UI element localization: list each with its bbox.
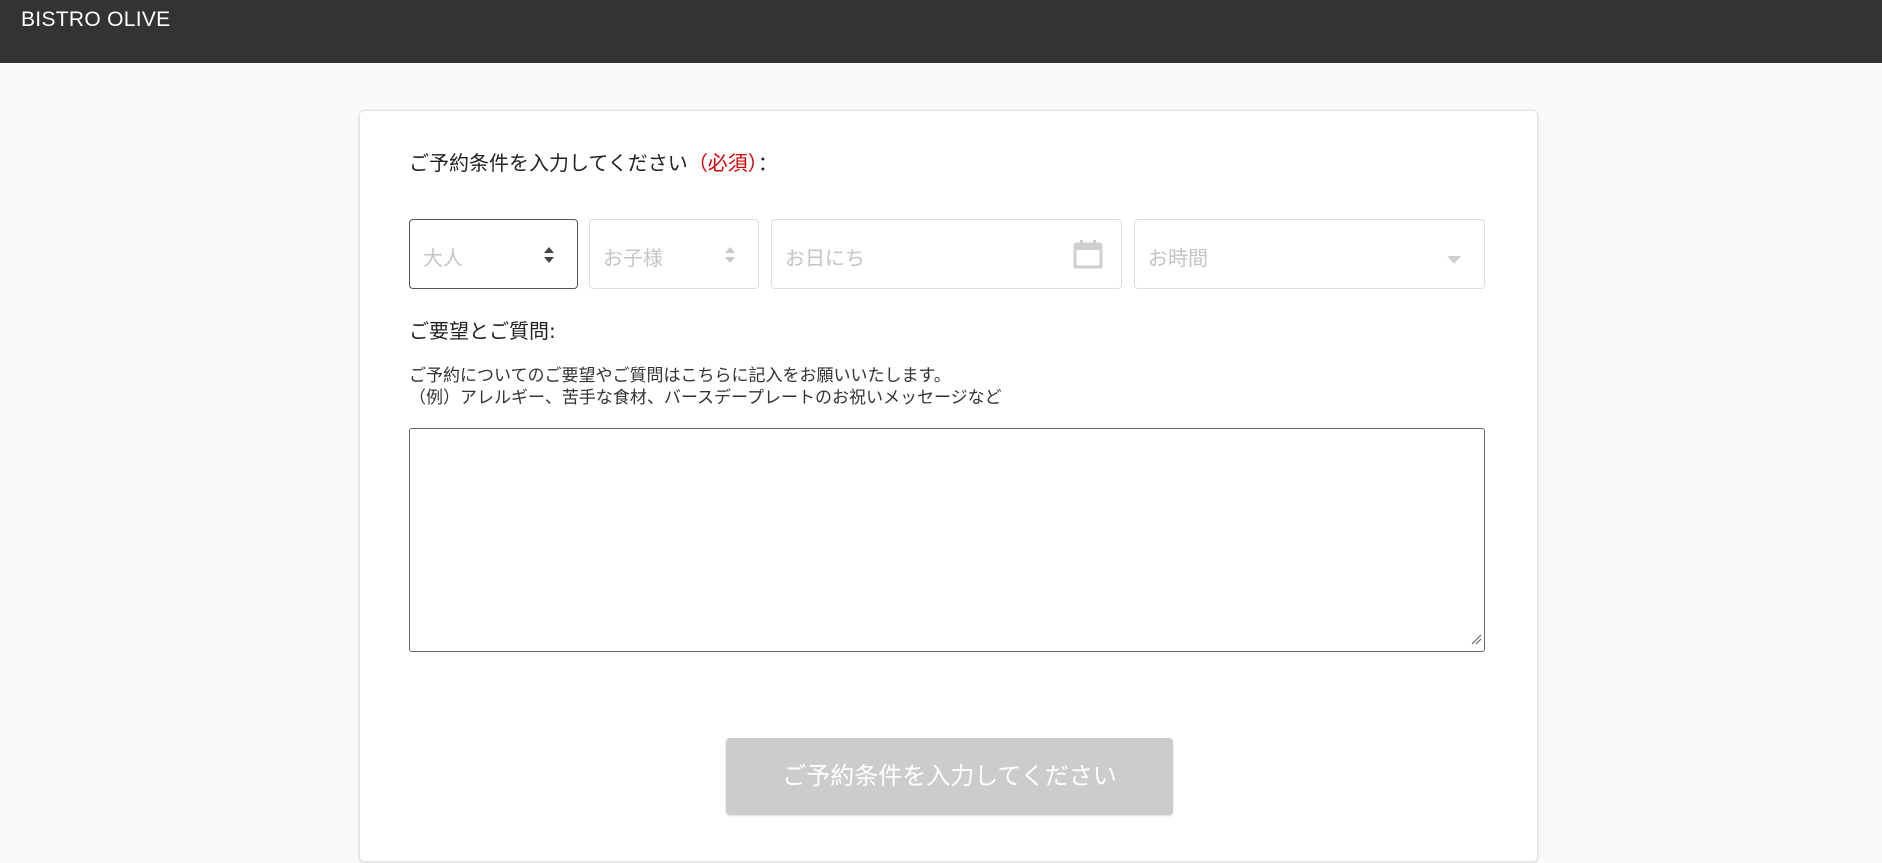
chevron-down-icon — [1446, 250, 1462, 269]
top-navigation-bar: BISTRO OLIVE — [0, 0, 1882, 63]
children-placeholder: お子様 — [603, 246, 663, 270]
requests-help-line-2: （例）アレルギー、苦手な食材、バースデープレートのお祝いメッセージなど — [409, 388, 1002, 408]
reservation-conditions-heading: ご予約条件を入力してください（必須）： — [409, 147, 778, 176]
requests-help-line-1: ご予約についてのご要望やご質問はこちらに記入をお願いいたします。 — [409, 366, 951, 386]
up-down-arrows-icon — [542, 244, 556, 266]
children-select[interactable]: お子様 — [589, 219, 759, 289]
adults-placeholder: 大人 — [423, 246, 463, 270]
reservation-conditions-label: ご予約条件を入力してください — [409, 151, 688, 175]
required-marker: （必須） — [687, 151, 758, 175]
time-select[interactable]: お時間 — [1134, 219, 1485, 289]
date-placeholder: お日にち — [785, 246, 865, 270]
up-down-arrows-icon — [723, 244, 737, 266]
heading-colon: ： — [757, 151, 778, 175]
adults-select[interactable]: 大人 — [409, 219, 578, 289]
brand-logo-text[interactable]: BISTRO OLIVE — [21, 8, 170, 32]
date-picker-input[interactable]: お日にち — [771, 219, 1122, 289]
resize-handle-icon[interactable] — [1470, 630, 1482, 649]
reservation-form-card: ご予約条件を入力してください（必須）： 大人 お子様 お日にち お時間 ご要望と… — [359, 110, 1538, 862]
calendar-icon[interactable] — [1073, 239, 1103, 273]
time-placeholder: お時間 — [1148, 246, 1208, 270]
submit-reservation-button[interactable]: ご予約条件を入力してください — [726, 738, 1173, 815]
requests-help-text: ご予約についてのご要望やご質問はこちらに記入をお願いいたします。 （例）アレルギ… — [409, 365, 1002, 409]
requests-heading: ご要望とご質問: — [409, 319, 556, 343]
requests-textarea[interactable] — [409, 428, 1485, 652]
